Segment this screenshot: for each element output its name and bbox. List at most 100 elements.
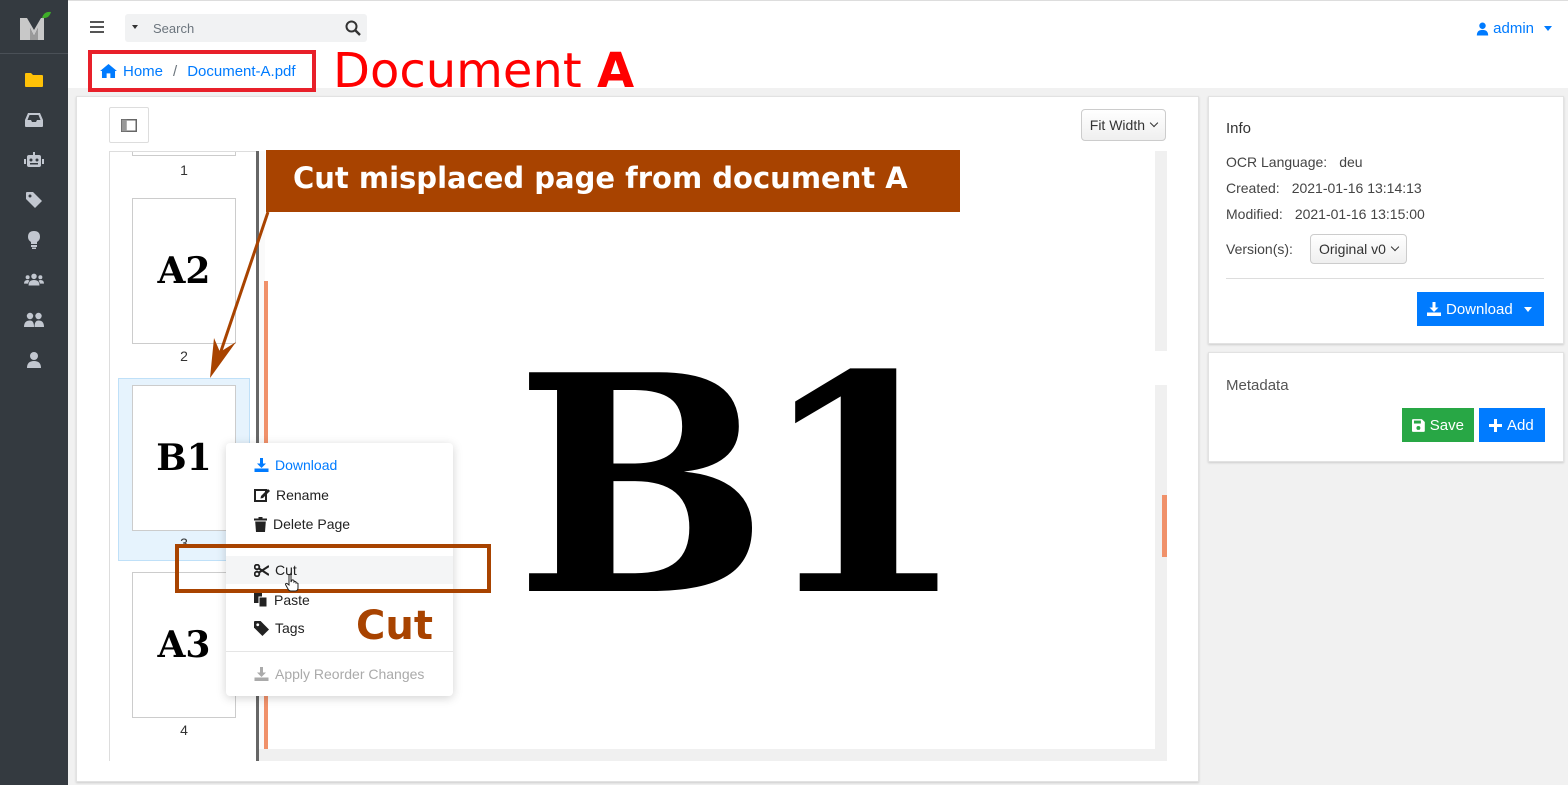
vertical-scrollbar[interactable] [1155,151,1167,761]
user-menu[interactable]: admin [1476,20,1552,37]
breadcrumb-current[interactable]: Document-A.pdf [187,63,295,80]
sidebar-item-tags[interactable] [24,190,44,210]
breadcrumb-home[interactable]: Home [123,63,163,80]
add-label: Add [1507,416,1534,434]
sidebar-item-account[interactable] [24,350,44,370]
thumbnail-image [132,152,236,156]
zoom-select-value: Fit Width [1089,117,1145,133]
chevron-down-icon [1390,242,1400,252]
created-value: 2021-01-16 13:14:13 [1291,180,1422,196]
app-logo[interactable] [16,10,52,46]
thumbnail-number: 1 [180,162,188,178]
users-group-icon [24,273,44,286]
search-input[interactable] [147,14,337,42]
horizontal-scrollbar[interactable] [259,749,1167,761]
thumbnail-number: 4 [180,722,188,738]
sidebar-item-hints[interactable] [24,230,44,250]
menu-item-rename[interactable]: Rename [226,481,453,509]
info-panel: Info OCR Language: deu Created: 2021-01-16… [1208,96,1564,344]
caret-down-icon [1523,306,1532,312]
menu-item-apply-reorder[interactable]: Apply Reorder Changes [226,660,453,688]
info-divider [1226,278,1544,279]
breadcrumb-separator: / [173,62,178,80]
ocr-language-value: deu [1339,154,1363,170]
menu-item-label: Download [275,457,338,473]
trash-icon [254,516,267,532]
version-select[interactable]: Original v0 [1310,234,1407,264]
menu-toggle-icon[interactable] [90,21,104,35]
thumbnail-image: B1 [132,385,236,531]
cut-highlight-box [175,544,491,593]
menu-item-label: Tags [275,620,305,636]
inbox-icon [25,113,43,127]
modified-value: 2021-01-16 13:15:00 [1294,206,1425,222]
save-label: Save [1429,416,1464,434]
versions-label: Version(s): [1226,241,1293,257]
ocr-language-row: OCR Language: deu [1226,154,1363,170]
paste-icon [254,593,268,607]
sidebar-item-automates[interactable] [24,150,44,170]
annotation-callout: Cut misplaced page from document A [266,150,960,212]
modified-row: Modified: 2021-01-16 13:15:00 [1226,206,1425,222]
thumbnail-image: A3 [132,572,236,718]
info-title: Info [1226,120,1252,137]
download-icon [1427,302,1441,316]
save-icon [1412,418,1425,432]
folder-icon [25,73,43,87]
download-icon [254,458,269,472]
doc-label-text: Document [333,43,597,99]
download-button[interactable]: Download [1417,292,1544,326]
username: admin [1493,20,1534,37]
tag-icon [254,620,269,636]
scrollbar-gap [1155,351,1167,385]
annotation-arrow-icon [210,211,270,378]
caret-down-icon [1544,26,1552,31]
version-select-value: Original v0 [1319,241,1386,257]
download-icon [254,667,269,681]
sidebar [0,0,68,785]
users-icon [24,312,44,327]
page-content-text: B1 [515,309,967,662]
search-icon[interactable] [345,20,361,36]
breadcrumb: Home / Document-A.pdf [88,50,316,92]
document-annotation-label: Document A [333,43,634,99]
metadata-panel: Metadata Save Add [1208,352,1564,462]
sidebar-item-inbox[interactable] [24,110,44,130]
menu-divider [226,651,453,652]
sidebar-item-groups[interactable] [24,270,44,290]
lightbulb-icon [28,231,40,249]
home-icon [100,64,117,78]
plus-icon [1489,418,1502,432]
scrollbar-thumb[interactable] [1162,495,1167,557]
doc-label-letter: A [596,43,635,99]
hand-cursor-icon [285,574,299,592]
menu-item-label: Delete Page [273,516,351,532]
sidebar-divider [0,53,68,54]
sidebar-item-users[interactable] [24,310,44,330]
ocr-language-label: OCR Language: [1226,154,1328,170]
metadata-title: Metadata [1226,377,1289,394]
zoom-select[interactable]: Fit Width [1080,109,1166,141]
menu-item-label: Apply Reorder Changes [275,666,425,682]
menu-item-download[interactable]: Download [226,451,453,479]
modified-label: Modified: [1226,206,1283,222]
toggle-thumbnails-button[interactable] [109,107,149,143]
robot-icon [24,152,44,167]
search-filter-dropdown-icon[interactable] [132,25,138,29]
sidebar-toggle-icon [121,118,137,132]
topbar: admin Home / Document-A.pdf Document A [68,0,1568,99]
add-button[interactable]: Add [1479,408,1545,442]
search-box [125,14,367,42]
menu-item-label: Rename [276,487,329,503]
tag-icon [26,192,42,208]
chevron-down-icon [1149,118,1159,128]
menu-item-delete-page[interactable]: Delete Page [226,510,453,538]
save-button[interactable]: Save [1402,408,1474,442]
created-row: Created: 2021-01-16 13:14:13 [1226,180,1422,196]
created-label: Created: [1226,180,1280,196]
sidebar-item-documents[interactable] [24,70,44,90]
download-label: Download [1446,300,1513,318]
edit-icon [254,489,270,502]
cut-annotation-label: Cut [356,603,433,649]
menu-item-label: Paste [274,592,310,608]
